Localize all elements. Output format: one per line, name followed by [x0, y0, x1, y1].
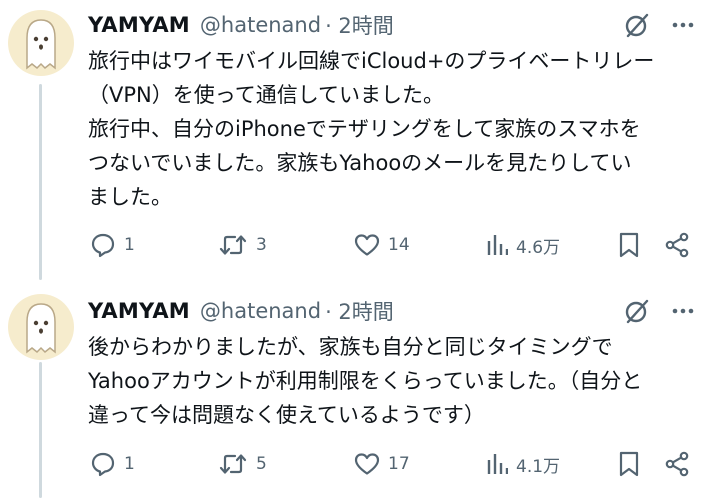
- share-button[interactable]: [664, 447, 690, 481]
- timestamp[interactable]: · 2時間: [325, 296, 394, 326]
- tweet-header: YAMYAM @hatenand · 2時間: [88, 294, 394, 328]
- tweet-header: YAMYAM @hatenand · 2時間: [88, 8, 394, 42]
- retweet-icon: [219, 454, 247, 474]
- repost-count: 3: [256, 235, 267, 255]
- views-icon: [487, 454, 508, 474]
- like-button[interactable]: 17: [354, 447, 410, 481]
- ghost-avatar: [26, 303, 56, 354]
- like-button[interactable]: 14: [354, 228, 410, 262]
- display-name[interactable]: YAMYAM: [88, 299, 190, 323]
- bookmark-button[interactable]: [618, 228, 640, 262]
- reply-icon: [91, 233, 115, 258]
- retweet-icon: [219, 235, 247, 255]
- views-button[interactable]: 4.1万: [486, 447, 560, 481]
- repost-count: 5: [256, 454, 267, 474]
- like-icon: [354, 453, 380, 475]
- reply-icon: [91, 452, 115, 477]
- like-icon: [354, 234, 380, 256]
- bookmark-icon: [619, 451, 639, 477]
- tweet-actions: 1 5 17 4.1万: [0, 447, 720, 481]
- display-name[interactable]: YAMYAM: [88, 13, 190, 37]
- tweet[interactable]: YAMYAM @hatenand · 2時間 旅行中はワイモバイル回線でiClo…: [0, 0, 720, 284]
- ghost-avatar: [26, 19, 56, 70]
- bookmark-button[interactable]: [618, 447, 640, 481]
- user-handle[interactable]: @hatenand: [200, 299, 321, 323]
- avatar[interactable]: [8, 10, 74, 76]
- tweet-text: 旅行中はワイモバイル回線でiCloud+のプライベートリレー （VPN）を使って…: [88, 49, 655, 209]
- grok-icon[interactable]: [620, 8, 654, 42]
- views-count: 4.1万: [516, 456, 561, 477]
- bookmark-icon: [619, 232, 639, 258]
- reply-count: 1: [124, 235, 135, 255]
- tweet-actions: 1 3 14 4.6万: [0, 228, 720, 262]
- share-icon: [665, 232, 689, 258]
- views-icon: [487, 235, 508, 255]
- more-icon[interactable]: [666, 294, 700, 328]
- tweet[interactable]: YAMYAM @hatenand · 2時間 後からわかりましたが、家族も自分と…: [0, 284, 720, 498]
- more-icon[interactable]: [666, 8, 700, 42]
- repost-button[interactable]: 5: [218, 447, 267, 481]
- user-handle[interactable]: @hatenand: [200, 13, 321, 37]
- reply-count: 1: [124, 454, 135, 474]
- repost-button[interactable]: 3: [218, 228, 267, 262]
- share-icon: [665, 451, 689, 477]
- reply-button[interactable]: 1: [90, 228, 135, 262]
- reply-button[interactable]: 1: [90, 447, 135, 481]
- grok-icon[interactable]: [620, 294, 654, 328]
- views-count: 4.6万: [516, 237, 561, 258]
- views-button[interactable]: 4.6万: [486, 228, 560, 262]
- avatar[interactable]: [8, 294, 74, 360]
- like-count: 17: [388, 454, 410, 474]
- tweet-text: 後からわかりましたが、家族も自分と同じタイミングで Yahooアカウントが利用制…: [88, 335, 643, 427]
- share-button[interactable]: [664, 228, 690, 262]
- timestamp[interactable]: · 2時間: [325, 10, 394, 40]
- like-count: 14: [388, 235, 410, 255]
